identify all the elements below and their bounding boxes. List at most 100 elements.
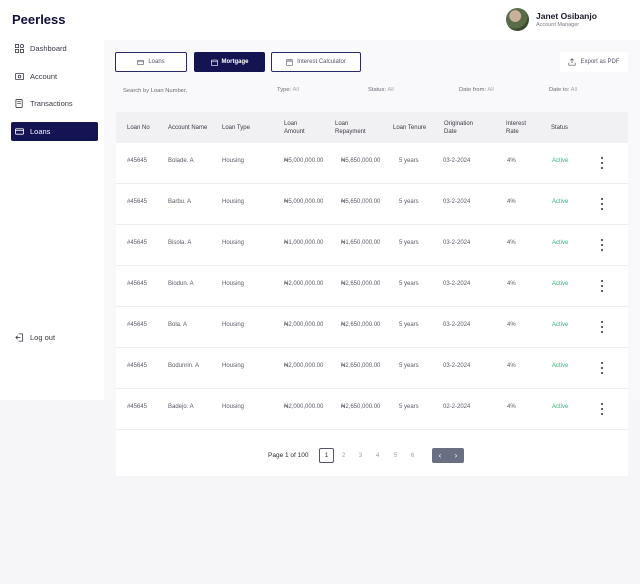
loans-table: Loan No Account Name Loan Type Loan Amou… xyxy=(116,112,628,476)
page-button[interactable]: 1 xyxy=(319,448,334,463)
header-account-name: Account Name xyxy=(168,125,208,131)
header-loan-tenure: Loan Tenure xyxy=(393,125,427,131)
cell-loan-tenure: 5 years xyxy=(399,199,419,205)
date-to-filter[interactable]: Date to: All xyxy=(549,87,577,93)
cell-loan-repayment: ₦2,650,000.00 xyxy=(341,281,381,287)
cell-account-name: Biodun. A xyxy=(168,281,194,287)
cell-status: Active xyxy=(552,404,569,410)
cell-status: Active xyxy=(552,158,569,164)
cell-loan-tenure: 5 years xyxy=(399,281,419,287)
header-origination-date: Origination Date xyxy=(444,121,474,135)
cell-loan-tenure: 5 years xyxy=(399,158,419,164)
kebab-menu-icon[interactable] xyxy=(598,319,606,335)
export-label: Export as PDF xyxy=(580,59,620,65)
cell-loan-type: Housing xyxy=(222,404,245,410)
tab-loans[interactable]: Loans xyxy=(115,52,187,72)
header-loan-no: Loan No xyxy=(127,125,150,131)
cell-loan-amount: ₦5,000,000.00 xyxy=(284,158,324,164)
table-row[interactable]: #45645 Bisola. A Housing ₦1,000,000.00 ₦1,65… xyxy=(116,225,628,266)
table-row[interactable]: #45645 Bola. A Housing ₦2,000,000.00 ₦2,650,… xyxy=(116,307,628,348)
header-interest-rate: Interest Rate xyxy=(506,121,527,135)
cell-loan-amount: ₦5,000,000.00 xyxy=(284,199,324,205)
user-role: Account Manager xyxy=(536,22,580,28)
type-filter[interactable]: Type: All xyxy=(277,87,299,93)
tab-label: Loans xyxy=(148,59,165,65)
cell-loan-no: #45645 xyxy=(127,240,148,246)
tab-mortgage[interactable]: Mortgage xyxy=(194,52,265,72)
cell-interest-rate: 4% xyxy=(507,404,516,410)
table-row[interactable]: #45645 Biodun. A Housing ₦2,000,000.00 ₦2,65… xyxy=(116,266,628,307)
cell-origination-date: 03-2-2024 xyxy=(443,240,471,246)
cell-loan-type: Housing xyxy=(222,158,245,164)
calculator-icon xyxy=(286,58,293,66)
avatar[interactable] xyxy=(506,8,529,31)
sidebar-item-transactions[interactable]: Transactions xyxy=(11,94,98,113)
cell-loan-type: Housing xyxy=(222,363,245,369)
table-row[interactable]: #45645 Bodunrin. A Housing ₦2,000,000.00 ₦2,… xyxy=(116,348,628,389)
cell-interest-rate: 4% xyxy=(507,281,516,287)
user-name: Janet Osibanjo xyxy=(536,11,597,21)
header-loan-amount: Loan Amount xyxy=(284,121,305,135)
kebab-menu-icon[interactable] xyxy=(598,237,606,253)
cell-loan-repayment: ₦2,650,000.00 xyxy=(341,322,381,328)
sidebar-item-loans[interactable]: Loans xyxy=(11,122,98,141)
cell-loan-amount: ₦2,000,000.00 xyxy=(284,363,324,369)
table-header: Loan No Account Name Loan Type Loan Amou… xyxy=(116,112,628,143)
pagination-arrows: ‹ › xyxy=(432,448,464,463)
cell-loan-no: #45645 xyxy=(127,363,148,369)
cell-loan-no: #45645 xyxy=(127,281,148,287)
wallet-icon xyxy=(15,72,24,81)
type-filter-value: All xyxy=(292,87,299,93)
logout-button[interactable]: Log out xyxy=(11,328,98,347)
page-button[interactable]: 5 xyxy=(388,448,403,463)
page-button[interactable]: 4 xyxy=(370,448,385,463)
calendar-icon xyxy=(210,59,218,66)
cell-account-name: Badejo. A xyxy=(168,404,194,410)
table-row[interactable]: #45645 Bolade. A Housing ₦5,000,000.00 ₦5,65… xyxy=(116,143,628,184)
cell-account-name: Bolade. A xyxy=(168,158,194,164)
tab-interest-calculator[interactable]: Interest Calculator xyxy=(271,52,361,72)
cell-loan-no: #45645 xyxy=(127,158,148,164)
status-filter[interactable]: Status: All xyxy=(368,87,394,93)
kebab-menu-icon[interactable] xyxy=(598,196,606,212)
cell-origination-date: 02-2-2024 xyxy=(443,404,471,410)
table-row[interactable]: #45645 Barbu. A Housing ₦5,000,000.00 ₦5,650… xyxy=(116,184,628,225)
cell-loan-amount: ₦2,000,000.00 xyxy=(284,281,324,287)
cell-loan-no: #45645 xyxy=(127,404,148,410)
sidebar-item-label: Dashboard xyxy=(30,44,67,53)
cell-loan-amount: ₦2,000,000.00 xyxy=(284,322,324,328)
cell-loan-type: Housing xyxy=(222,199,245,205)
cell-loan-repayment: ₦1,650,000.00 xyxy=(341,240,381,246)
header-loan-type: Loan Type xyxy=(222,125,250,131)
page-button[interactable]: 6 xyxy=(405,448,420,463)
date-from-label: Date from: xyxy=(459,87,487,93)
chevron-right-icon[interactable]: › xyxy=(448,448,464,463)
cell-loan-tenure: 5 years xyxy=(399,240,419,246)
sidebar-item-dashboard[interactable]: Dashboard xyxy=(11,39,98,58)
table-row[interactable]: #45645 Badejo. A Housing ₦2,000,000.00 ₦2,65… xyxy=(116,389,628,430)
cell-status: Active xyxy=(552,322,569,328)
sidebar-item-label: Account xyxy=(30,72,58,81)
cell-origination-date: 03-2-2024 xyxy=(443,199,471,205)
cell-loan-repayment: ₦5,650,000.00 xyxy=(341,158,381,164)
cell-origination-date: 03-2-2024 xyxy=(443,281,471,287)
cell-account-name: Barbu. A xyxy=(168,199,192,205)
cell-loan-type: Housing xyxy=(222,322,245,328)
logout-icon xyxy=(15,333,24,342)
kebab-menu-icon[interactable] xyxy=(598,155,606,171)
sidebar-item-account[interactable]: Account xyxy=(11,67,98,86)
tab-label: Interest Calculator xyxy=(297,59,346,65)
kebab-menu-icon[interactable] xyxy=(598,360,606,376)
sidebar-item-label: Loans xyxy=(30,127,51,136)
cell-loan-tenure: 5 years xyxy=(399,363,419,369)
kebab-menu-icon[interactable] xyxy=(598,278,606,294)
page-button[interactable]: 3 xyxy=(353,448,368,463)
cell-loan-type: Housing xyxy=(222,240,245,246)
kebab-menu-icon[interactable] xyxy=(598,401,606,417)
chevron-left-icon[interactable]: ‹ xyxy=(432,448,448,463)
search-input[interactable] xyxy=(118,84,268,98)
page-button[interactable]: 2 xyxy=(336,448,351,463)
date-from-filter[interactable]: Date from: All xyxy=(459,87,494,93)
export-pdf-button[interactable]: Export as PDF xyxy=(560,52,628,72)
date-to-value: All xyxy=(570,87,578,93)
